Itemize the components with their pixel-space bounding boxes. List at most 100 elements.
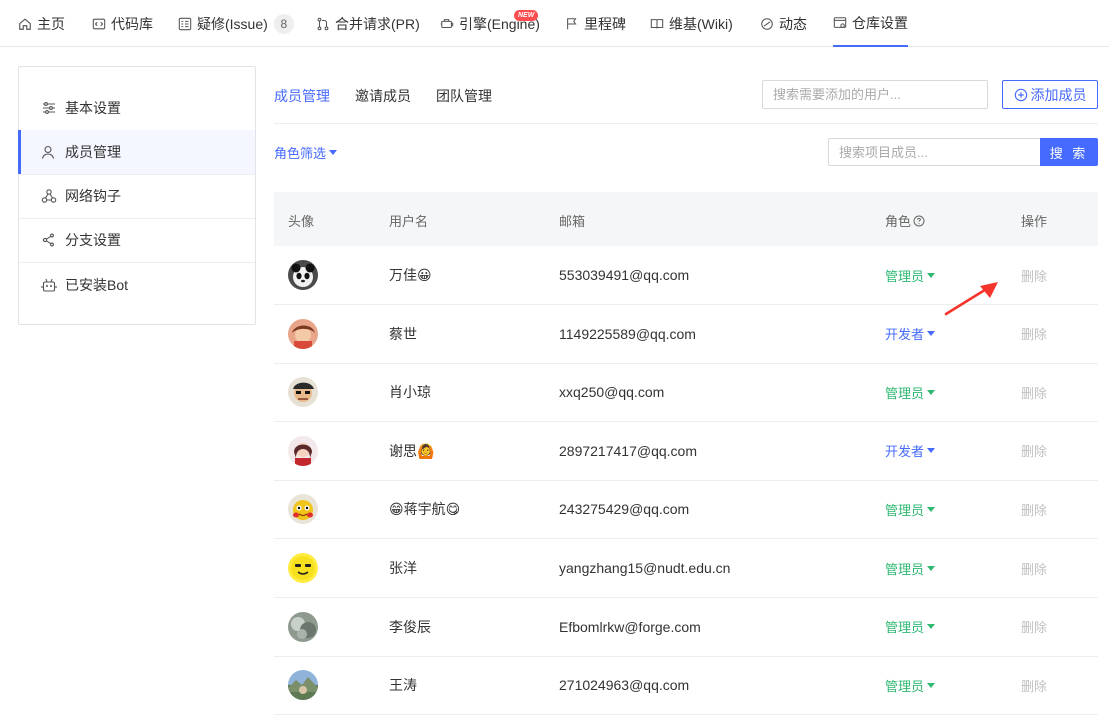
sidebar-item-label: 基本设置 [65,100,121,116]
action-cell: 删除 [1021,305,1047,363]
role-cell: 管理员 [885,246,936,304]
nav-label: 合并请求(PR) [335,15,420,32]
avatar[interactable] [288,670,318,701]
username[interactable]: 王涛 [389,675,417,695]
activity-icon [760,17,774,31]
header-action: 操作 [1021,214,1048,229]
caret-down-icon [927,389,936,395]
nav-item-code[interactable]: 代码库 [92,0,153,47]
engine-icon [440,17,454,31]
issue-count-badge: 8 [273,13,294,34]
action-cell: 删除 [1021,539,1047,597]
username[interactable]: 谢思🙆 [389,441,434,461]
username-cell: 李俊辰 [389,598,431,656]
webhook-icon [41,188,57,204]
delete-button[interactable]: 删除 [1021,617,1047,636]
avatar[interactable] [288,611,318,642]
avatar[interactable] [288,435,318,466]
role-dropdown[interactable]: 开发者 [885,441,936,460]
avatar[interactable] [288,377,318,408]
email-cell: 1149225589@qq.com [559,305,696,363]
avatar[interactable] [288,553,318,583]
username-cell: 王涛 [389,656,417,714]
add-member-button[interactable]: 添加成员 [1002,80,1098,109]
search-button[interactable]: 搜 索 [1040,138,1098,166]
email: 271024963@qq.com [559,677,690,694]
username-cell: 😁蒋宇航😋 [389,480,460,538]
username[interactable]: 万佳😀 [389,265,432,285]
sidebar-item-bot[interactable]: 已安装Bot [19,263,255,307]
email: 1149225589@qq.com [559,325,696,342]
username[interactable]: 蔡世 [389,324,417,344]
user-icon [41,144,57,160]
nav-item-wiki[interactable]: 维基(Wiki) [650,0,733,47]
header-email: 邮箱 [559,214,586,229]
role-dropdown[interactable]: 开发者 [885,324,936,343]
role-dropdown[interactable]: 管理员 [885,559,936,578]
username-cell: 张洋 [389,539,417,597]
sidebar-item-basic[interactable]: 基本设置 [19,86,255,130]
nav-item-milestone[interactable]: 里程碑 [565,0,626,47]
role-dropdown[interactable]: 管理员 [885,266,936,285]
nav-item-issue[interactable]: 疑修(Issue) 8 [178,0,294,47]
settings-sidebar: 基本设置 成员管理 网络钩子 分支设置 已安装Bot [18,66,256,325]
delete-button[interactable]: 删除 [1021,324,1047,343]
table-row: 肖小琼 xxq250@qq.com 管理员 删除 [274,363,1098,423]
role-cell: 管理员 [885,656,936,714]
username[interactable]: 😁蒋宇航😋 [389,499,460,519]
sidebar-item-webhook[interactable]: 网络钩子 [19,174,255,218]
header-role-label: 角色 [885,214,912,229]
email: Efbomlrkw@forge.com [559,618,701,635]
username[interactable]: 李俊辰 [389,617,431,637]
sidebar-item-branch[interactable]: 分支设置 [19,218,255,262]
role-dropdown[interactable]: 管理员 [885,676,936,695]
table-row: 张洋 yangzhang15@nudt.edu.cn 管理员 删除 [274,539,1098,598]
nav-label: 里程碑 [584,15,626,32]
role-cell: 管理员 [885,480,936,538]
role-dropdown[interactable]: 管理员 [885,617,936,636]
sliders-icon [41,100,57,116]
caret-down-icon [927,448,936,454]
table-header: 头像 用户名 邮箱 角色 操作 [274,192,1098,246]
role-label: 管理员 [885,620,925,636]
delete-button[interactable]: 删除 [1021,500,1047,519]
role-cell: 开发者 [885,305,936,363]
nav-item-pr[interactable]: 合并请求(PR) [316,0,420,47]
delete-button[interactable]: 删除 [1021,266,1047,285]
member-search-input[interactable] [828,138,1041,166]
role-dropdown[interactable]: 管理员 [885,383,936,402]
nav-item-activity[interactable]: 动态 [760,0,807,47]
tab-team-management[interactable]: 团队管理 [436,86,492,106]
sidebar-item-members[interactable]: 成员管理 [18,130,255,174]
avatar[interactable] [288,318,318,349]
merge-icon [316,17,330,31]
role-filter-dropdown[interactable]: 角色筛选 [274,143,338,162]
nav-item-home[interactable]: 主页 [18,0,65,47]
action-cell: 删除 [1021,422,1047,480]
flag-icon [565,17,579,31]
avatar[interactable] [288,260,318,290]
username[interactable]: 肖小琼 [389,382,431,402]
delete-button[interactable]: 删除 [1021,441,1047,460]
delete-button[interactable]: 删除 [1021,559,1047,578]
nav-label: 维基(Wiki) [669,15,733,32]
header-role: 角色 [885,211,925,230]
avatar[interactable] [288,494,318,525]
help-icon[interactable] [913,215,925,227]
add-user-search-input[interactable] [762,80,988,109]
role-cell: 管理员 [885,363,936,421]
tab-invite-members[interactable]: 邀请成员 [355,86,411,106]
delete-button[interactable]: 删除 [1021,676,1047,695]
email-cell: xxq250@qq.com [559,363,664,421]
delete-button[interactable]: 删除 [1021,383,1047,402]
nav-item-settings[interactable]: 仓库设置 [833,0,908,47]
role-filter-label: 角色筛选 [274,146,327,161]
email-cell: 553039491@qq.com [559,246,689,304]
tab-member-management[interactable]: 成员管理 [274,86,330,106]
role-label: 管理员 [885,561,925,577]
role-dropdown[interactable]: 管理员 [885,500,936,519]
top-nav: 主页 代码库 疑修(Issue) 8 合并请求(PR) 引擎(Engine) N… [0,0,1109,47]
nav-item-engine[interactable]: 引擎(Engine) NEW [440,0,540,47]
email-cell: 2897217417@qq.com [559,422,697,480]
username[interactable]: 张洋 [389,558,417,578]
